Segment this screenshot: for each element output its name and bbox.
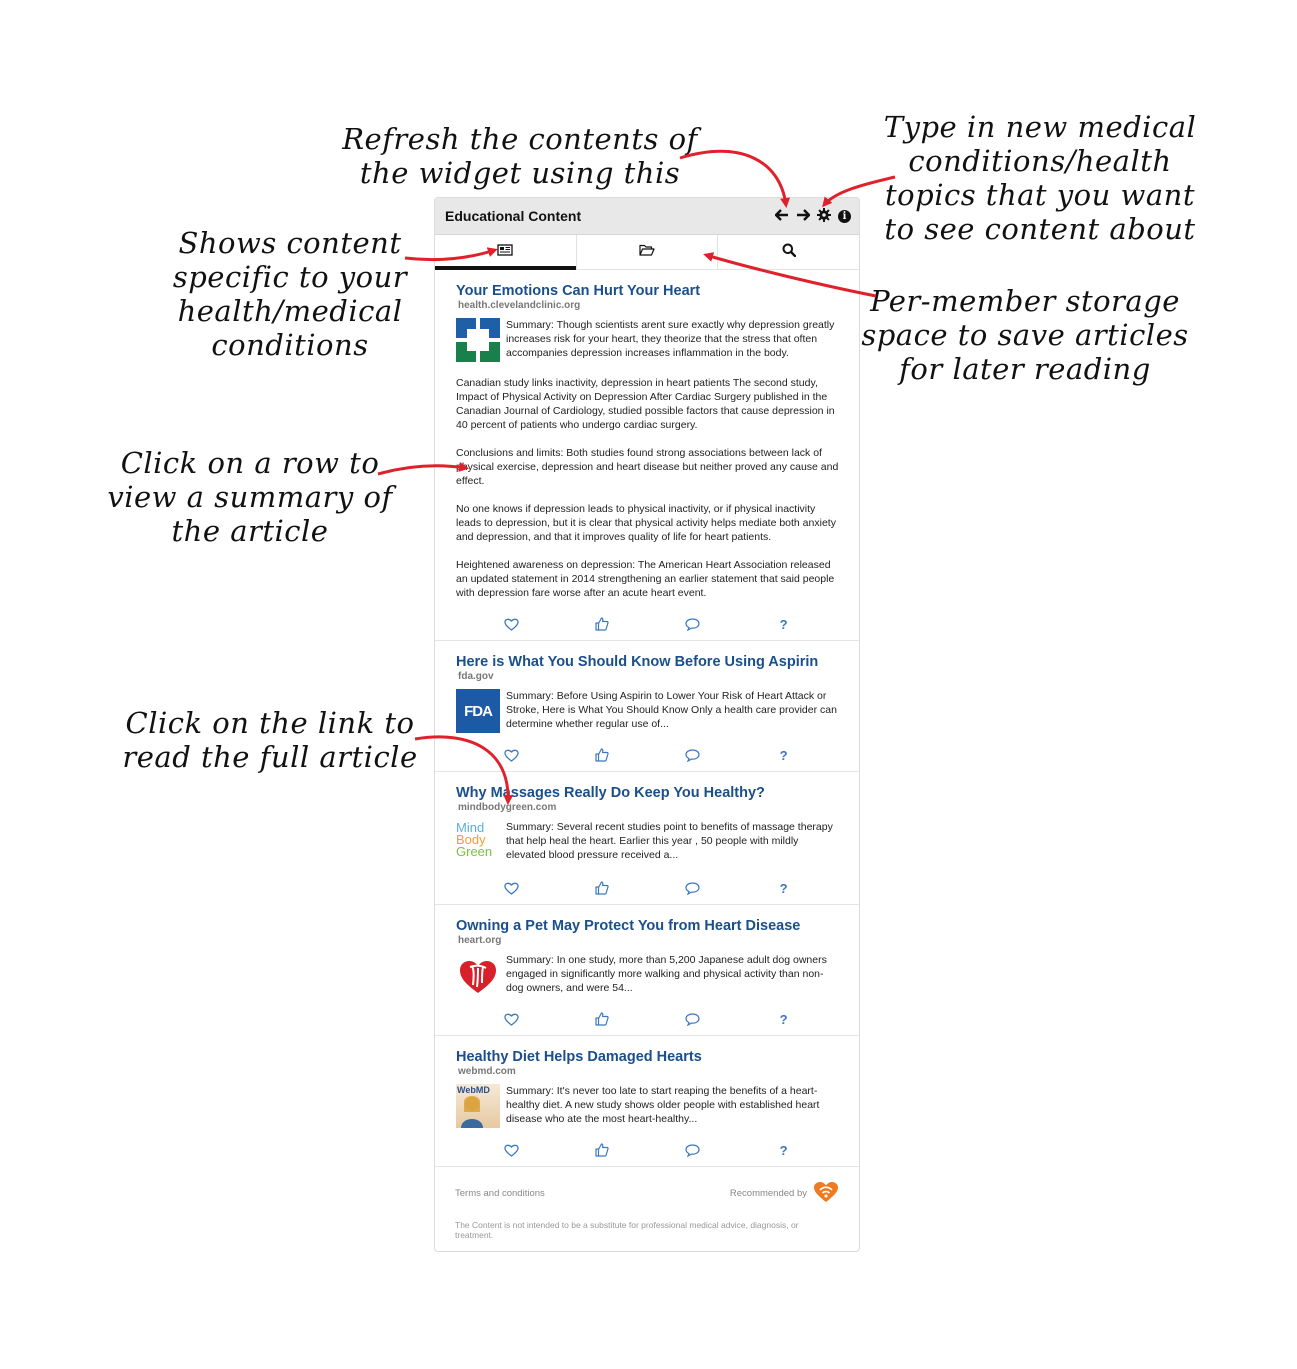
recommended-by: Recommended by (730, 1181, 839, 1206)
provider-logo-icon (813, 1181, 839, 1206)
expanded-paragraph: No one knows if depression leads to phys… (456, 503, 836, 543)
widget-title: Educational Content (445, 208, 582, 224)
article-title-link[interactable]: Owning a Pet May Protect You from Heart … (456, 917, 839, 935)
article-actions: ? (456, 997, 839, 1035)
info-icon[interactable]: i (838, 209, 851, 223)
article-actions: ? (456, 866, 839, 904)
article-title-link[interactable]: Your Emotions Can Hurt Your Heart (456, 282, 839, 300)
recommended-label: Recommended by (729, 1188, 807, 1199)
header-icons: i (774, 207, 851, 225)
article-source: health.clevelandclinic.org (458, 300, 581, 311)
article-summary: Summary: In one study, more than 5,200 J… (506, 954, 827, 994)
cleveland-clinic-logo (456, 318, 500, 362)
thumbs-up-icon[interactable] (594, 1011, 610, 1027)
arrow-right-icon[interactable] (796, 208, 811, 224)
thumbs-up-icon[interactable] (594, 747, 610, 763)
article-row[interactable]: Your Emotions Can Hurt Your Heart health… (435, 270, 859, 641)
question-icon[interactable]: ? (776, 1142, 792, 1158)
tab-saved-articles[interactable] (577, 235, 719, 269)
arrow-left-icon[interactable] (774, 208, 789, 224)
expanded-paragraph: Heightened awareness on depression: The … (456, 559, 835, 599)
annotation-type-in: Type in new medical conditions/health to… (883, 110, 1197, 246)
expanded-paragraph: Canadian study links inactivity, depress… (456, 377, 835, 431)
widget-footer: Terms and conditions Recommended by The … (435, 1167, 859, 1240)
article-title-link[interactable]: Here is What You Should Know Before Usin… (456, 653, 839, 671)
article-row[interactable]: Owning a Pet May Protect You from Heart … (435, 905, 859, 1036)
article-source: heart.org (458, 935, 502, 946)
expanded-paragraph: Conclusions and limits: Both studies fou… (456, 447, 839, 487)
annotation-storage: Per-member storage space to save article… (861, 284, 1189, 386)
article-feed: Your Emotions Can Hurt Your Heart health… (435, 270, 859, 1167)
thumbs-up-icon[interactable] (594, 1142, 610, 1158)
fda-logo: FDA (456, 689, 500, 733)
annotation-click-link: Click on the link to read the full artic… (122, 706, 418, 774)
comment-icon[interactable] (685, 880, 701, 896)
article-body: WebMD Summary: It's never too late to st… (456, 1084, 839, 1128)
article-row[interactable]: Healthy Diet Helps Damaged Hearts webmd.… (435, 1036, 859, 1167)
gear-icon[interactable] (817, 207, 831, 225)
article-source: webmd.com (458, 1066, 516, 1077)
article-actions: ? (456, 1128, 839, 1166)
question-icon[interactable]: ? (776, 616, 792, 632)
educational-content-widget: Educational Content i Your Emotions Can … (434, 197, 860, 1252)
comment-icon[interactable] (685, 1142, 701, 1158)
article-body: FDA Summary: Before Using Aspirin to Low… (456, 689, 839, 733)
thumbs-up-icon[interactable] (594, 880, 610, 896)
article-summary: Summary: Several recent studies point to… (506, 821, 833, 861)
article-row[interactable]: Here is What You Should Know Before Usin… (435, 641, 859, 772)
webmd-magazine-logo: WebMD (456, 1084, 500, 1128)
article-summary: Summary: Before Using Aspirin to Lower Y… (506, 690, 837, 730)
tab-search[interactable] (718, 235, 859, 269)
footer-row: Terms and conditions Recommended by (455, 1181, 839, 1206)
article-title-link[interactable]: Why Massages Really Do Keep You Healthy? (456, 784, 839, 802)
terms-link[interactable]: Terms and conditions (455, 1188, 545, 1199)
annotation-shows-content: Shows content specific to your health/me… (172, 226, 408, 362)
article-row[interactable]: Why Massages Really Do Keep You Healthy?… (435, 772, 859, 905)
footer-disclaimer: The Content is not intended to be a subs… (455, 1220, 799, 1240)
tab-my-content[interactable] (435, 235, 577, 270)
american-heart-association-logo (456, 953, 500, 997)
annotation-refresh: Refresh the contents of the widget using… (342, 122, 698, 190)
article-summary: Summary: Though scientists arent sure ex… (506, 319, 835, 359)
article-body: Mind Body Green Summary: Several recent … (456, 820, 839, 866)
article-actions: ? (456, 733, 839, 771)
heart-icon[interactable] (503, 616, 519, 632)
article-body: Summary: In one study, more than 5,200 J… (456, 953, 839, 997)
article-summary: Summary: It's never too late to start re… (506, 1085, 820, 1125)
article-actions: ? (456, 614, 839, 640)
thumbs-up-icon[interactable] (594, 616, 610, 632)
heart-icon[interactable] (503, 1142, 519, 1158)
newspaper-icon (497, 243, 513, 261)
annotation-click-row: Click on a row to view a summary of the … (107, 446, 393, 548)
question-icon[interactable]: ? (776, 880, 792, 896)
question-icon[interactable]: ? (776, 747, 792, 763)
heart-icon[interactable] (503, 747, 519, 763)
article-expanded-summary: Canadian study links inactivity, depress… (456, 376, 839, 600)
article-source: mindbodygreen.com (458, 802, 557, 813)
comment-icon[interactable] (685, 616, 701, 632)
heart-icon[interactable] (503, 880, 519, 896)
folder-open-icon (639, 243, 655, 261)
fda-logo-text: FDA (464, 702, 493, 720)
article-source: fda.gov (458, 671, 494, 682)
comment-icon[interactable] (685, 1011, 701, 1027)
question-icon[interactable]: ? (776, 1011, 792, 1027)
mindbodygreen-logo: Mind Body Green (456, 820, 500, 866)
search-icon (782, 243, 796, 262)
widget-tabs (435, 235, 859, 270)
logo-word-green: Green (456, 844, 493, 859)
heart-icon[interactable] (503, 1011, 519, 1027)
comment-icon[interactable] (685, 747, 701, 763)
widget-header: Educational Content i (435, 198, 859, 235)
article-body: Summary: Though scientists arent sure ex… (456, 318, 839, 362)
article-title-link[interactable]: Healthy Diet Helps Damaged Hearts (456, 1048, 839, 1066)
